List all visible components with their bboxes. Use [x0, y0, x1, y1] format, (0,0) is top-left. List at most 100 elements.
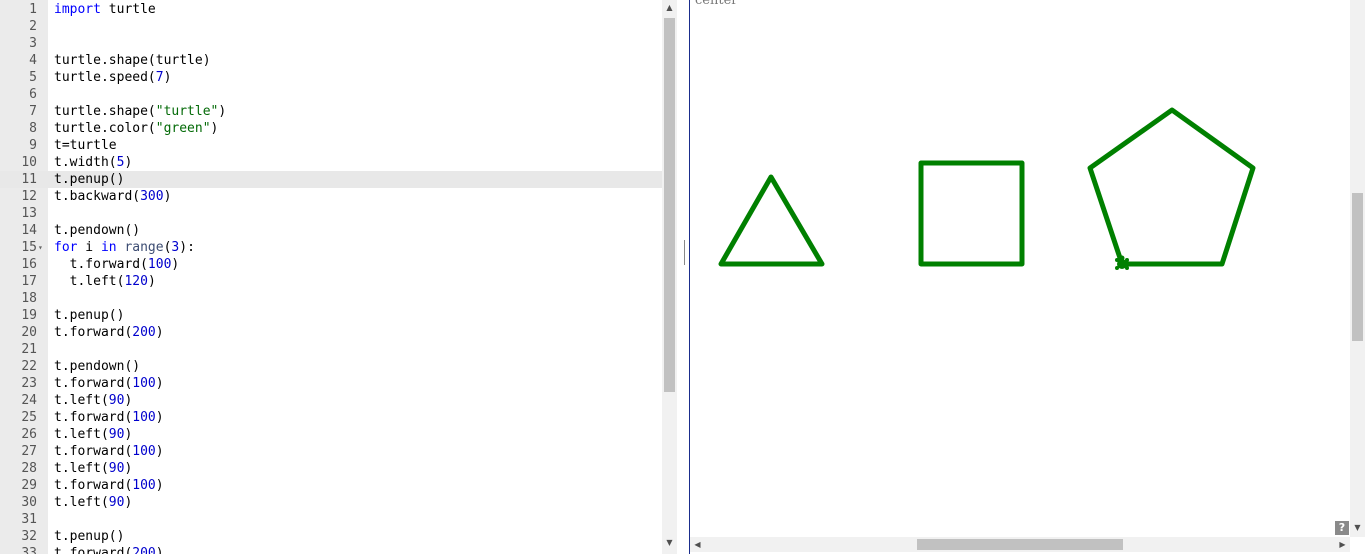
code-line[interactable]: 29 t.forward(100)	[0, 477, 662, 494]
code-text: t.left(90)	[54, 393, 133, 408]
line-number: 11	[21, 172, 37, 187]
line-number: 19	[21, 308, 37, 323]
line-number: 8	[29, 121, 37, 136]
code-line[interactable]: 32 t.penup()	[0, 528, 662, 545]
line-number: 32	[21, 529, 37, 544]
code-text: t.width(5)	[54, 155, 133, 170]
turtle-canvas	[718, 107, 1256, 270]
line-number: 26	[21, 427, 37, 442]
code-line[interactable]: 13	[0, 205, 662, 222]
code-line[interactable]: 16 t.forward(100)	[0, 256, 662, 273]
line-number: 28	[21, 461, 37, 476]
editor-scrollbar-thumb[interactable]	[664, 18, 675, 392]
code-line[interactable]: 26 t.left(90)	[0, 426, 662, 443]
code-line[interactable]: 28 t.left(90)	[0, 460, 662, 477]
code-text: t.forward(100)	[54, 257, 180, 272]
code-text: t.left(90)	[54, 495, 133, 510]
line-number: 9	[29, 138, 37, 153]
code-line[interactable]: 18	[0, 290, 662, 307]
output-hscroll-thumb[interactable]	[917, 539, 1123, 550]
code-text: t.pendown()	[54, 359, 141, 374]
turtle-output-pane: center ▼ ◀ ▶ ?	[689, 0, 1366, 554]
line-number: 30	[21, 495, 37, 510]
code-text: t.forward(100)	[54, 444, 164, 459]
line-number: 6	[29, 87, 37, 102]
code-text: turtle.shape("turtle")	[54, 104, 227, 119]
code-line[interactable]: 14 t.pendown()	[0, 222, 662, 239]
square-shape	[918, 160, 1025, 267]
splitter-grip[interactable]	[684, 240, 685, 265]
line-number: 15	[21, 240, 37, 255]
code-line[interactable]: 6	[0, 86, 662, 103]
code-text: t.penup()	[54, 172, 125, 187]
line-number: 10	[21, 155, 37, 170]
line-number: 29	[21, 478, 37, 493]
line-number: 1	[29, 2, 37, 17]
code-line[interactable]: 10 t.width(5)	[0, 154, 662, 171]
code-text: t=turtle	[54, 138, 117, 153]
turtle-drawing	[718, 107, 1256, 270]
pentagon-shape	[1087, 107, 1256, 267]
code-line[interactable]: 22 t.pendown()	[0, 358, 662, 375]
code-text: turtle.color("green")	[54, 121, 219, 136]
line-number: 5	[29, 70, 37, 85]
code-line[interactable]: 7 turtle.shape("turtle")	[0, 103, 662, 120]
code-line[interactable]: 33 t.forward(200)	[0, 545, 662, 554]
code-line[interactable]: 4 turtle.shape(turtle)	[0, 52, 662, 69]
code-line[interactable]: 5 turtle.speed(7)	[0, 69, 662, 86]
code-text: t.forward(100)	[54, 410, 164, 425]
code-line[interactable]: 9 t=turtle	[0, 137, 662, 154]
code-line[interactable]: 30 t.left(90)	[0, 494, 662, 511]
line-number: 4	[29, 53, 37, 68]
code-line[interactable]: 24 t.left(90)	[0, 392, 662, 409]
code-text: t.left(90)	[54, 461, 133, 476]
scroll-left-arrow-icon[interactable]: ◀	[690, 540, 705, 549]
code-line[interactable]: 8 turtle.color("green")	[0, 120, 662, 137]
output-vertical-scrollbar[interactable]	[1350, 0, 1365, 537]
line-number: 14	[21, 223, 37, 238]
pane-splitter[interactable]	[677, 0, 688, 554]
code-line[interactable]: 31	[0, 511, 662, 528]
code-text: t.backward(300)	[54, 189, 172, 204]
editor-vertical-scrollbar[interactable]: ▲ ▼	[662, 0, 677, 554]
code-line[interactable]: 27 t.forward(100)	[0, 443, 662, 460]
scroll-down-arrow-icon[interactable]: ▼	[1350, 523, 1365, 532]
code-text: import turtle	[54, 2, 156, 17]
line-number: 3	[29, 36, 37, 51]
code-line[interactable]: 2	[0, 18, 662, 35]
code-line[interactable]: 1 import turtle	[0, 1, 662, 18]
code-text: turtle.speed(7)	[54, 70, 172, 85]
fold-arrow-icon[interactable]: ▾	[38, 239, 43, 256]
output-horizontal-scrollbar[interactable]: ◀ ▶	[690, 537, 1350, 552]
line-number: 7	[29, 104, 37, 119]
line-number: 27	[21, 444, 37, 459]
code-line[interactable]: 11 t.penup()	[0, 171, 662, 188]
code-text: t.pendown()	[54, 223, 141, 238]
code-line[interactable]: 17 t.left(120)	[0, 273, 662, 290]
line-number: 31	[21, 512, 37, 527]
output-vscroll-thumb[interactable]	[1352, 193, 1363, 341]
code-text: t.forward(100)	[54, 478, 164, 493]
code-text: t.left(120)	[54, 274, 156, 289]
triangle-shape	[718, 174, 825, 267]
line-number: 12	[21, 189, 37, 204]
code-line[interactable]: 15 ▾ for i in range(3):	[0, 239, 662, 256]
line-number: 13	[21, 206, 37, 221]
scroll-up-arrow-icon[interactable]: ▲	[662, 3, 677, 12]
line-number: 22	[21, 359, 37, 374]
scroll-down-arrow-icon[interactable]: ▼	[662, 538, 677, 547]
help-button[interactable]: ?	[1335, 521, 1349, 535]
code-line[interactable]: 12 t.backward(300)	[0, 188, 662, 205]
code-text: t.left(90)	[54, 427, 133, 442]
code-line[interactable]: 19 t.penup()	[0, 307, 662, 324]
code-line[interactable]: 23 t.forward(100)	[0, 375, 662, 392]
line-number: 18	[21, 291, 37, 306]
code-editor[interactable]: 1 import turtle 2 3 4 turtle.shape(turtle) 5 tu…	[0, 0, 662, 554]
code-line[interactable]: 3	[0, 35, 662, 52]
code-line[interactable]: 21	[0, 341, 662, 358]
center-label: center	[695, 0, 738, 8]
scroll-right-arrow-icon[interactable]: ▶	[1335, 540, 1350, 549]
code-line[interactable]: 20 t.forward(200)	[0, 324, 662, 341]
code-line[interactable]: 25 t.forward(100)	[0, 409, 662, 426]
line-number: 23	[21, 376, 37, 391]
